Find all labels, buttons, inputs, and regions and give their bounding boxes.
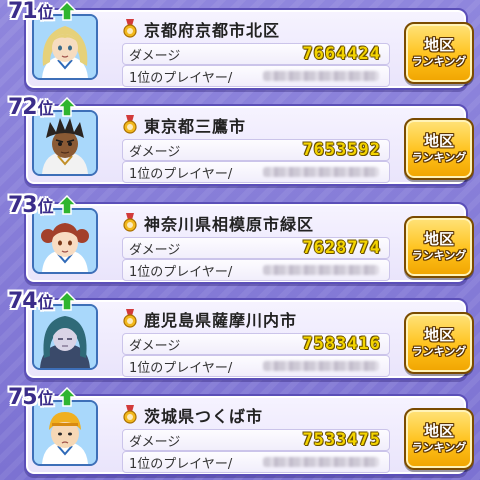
- top-player-label: 1位のプレイヤー/: [129, 166, 233, 182]
- damage-label: ダメージ: [129, 48, 181, 64]
- blurred-player-name: [263, 361, 379, 371]
- rank-badge: 75 位: [8, 384, 77, 410]
- region-row: 京都府京都市北区: [122, 18, 382, 40]
- rank-badge: 71 位: [8, 0, 77, 24]
- region-name: 茨城県つくば市: [144, 407, 264, 426]
- ranking-row: 鹿児島県薩摩川内市 ダメージ 7583416 1位のプレイヤー/ 地区 ランキン…: [6, 288, 474, 380]
- ranking-row: 京都府京都市北区 ダメージ 7664424 1位のプレイヤー/ 地区 ランキング: [6, 0, 474, 90]
- damage-value: 7653592: [302, 140, 381, 160]
- rank-suffix: 位: [37, 99, 54, 118]
- damage-value: 7583416: [302, 334, 381, 354]
- region-ranking-button-line1: 地区: [423, 230, 454, 249]
- damage-value: 7533475: [302, 430, 381, 450]
- blurred-player-name: [263, 71, 379, 81]
- medal-icon: [123, 19, 137, 38]
- blurred-player-name: [263, 265, 379, 275]
- region-ranking-button-line1: 地区: [423, 326, 454, 345]
- rank-suffix: 位: [37, 293, 54, 312]
- damage-label: ダメージ: [129, 434, 181, 450]
- damage-line: ダメージ 7583416: [122, 333, 390, 355]
- top-player-line: 1位のプレイヤー/: [122, 161, 390, 183]
- damage-value: 7628774: [302, 238, 381, 258]
- rank-badge: 72 位: [8, 94, 77, 120]
- rank-suffix: 位: [37, 197, 54, 216]
- top-player-label: 1位のプレイヤー/: [129, 264, 233, 280]
- damage-line: ダメージ 7533475: [122, 429, 390, 451]
- rank-up-arrow-icon: [56, 195, 77, 215]
- rank-up-arrow-icon: [56, 387, 77, 407]
- rank-up-arrow-icon: [56, 97, 77, 117]
- region-ranking-button-line2: ランキング: [411, 249, 467, 263]
- region-ranking-button-line1: 地区: [423, 132, 454, 151]
- rank-up-arrow-icon: [56, 1, 77, 21]
- ranking-row: 神奈川県相模原市緑区 ダメージ 7628774 1位のプレイヤー/ 地区 ランキ…: [6, 192, 474, 284]
- region-row: 東京都三鷹市: [122, 114, 382, 136]
- region-ranking-button-line2: ランキング: [411, 345, 467, 359]
- rank-number: 74: [8, 288, 38, 314]
- region-ranking-button-line2: ランキング: [411, 441, 467, 455]
- top-player-label: 1位のプレイヤー/: [129, 456, 233, 472]
- rank-badge: 73 位: [8, 192, 77, 218]
- rank-number: 71: [8, 0, 38, 24]
- avatar-image: [34, 210, 96, 272]
- region-name: 東京都三鷹市: [144, 117, 247, 136]
- ranking-list: 京都府京都市北区 ダメージ 7664424 1位のプレイヤー/ 地区 ランキング: [0, 0, 480, 480]
- region-row: 神奈川県相模原市緑区: [122, 212, 382, 234]
- top-player-line: 1位のプレイヤー/: [122, 355, 390, 377]
- region-ranking-button[interactable]: 地区 ランキング: [404, 312, 474, 374]
- damage-label: ダメージ: [129, 338, 181, 354]
- rank-number: 72: [8, 94, 38, 120]
- region-name: 京都府京都市北区: [144, 21, 281, 40]
- damage-label: ダメージ: [129, 144, 181, 160]
- region-row: 鹿児島県薩摩川内市: [122, 308, 382, 330]
- damage-value: 7664424: [302, 44, 381, 64]
- medal-icon: [123, 115, 137, 134]
- rank-up-arrow-icon: [56, 291, 77, 311]
- rank-suffix: 位: [37, 3, 54, 22]
- top-player-line: 1位のプレイヤー/: [122, 65, 390, 87]
- medal-icon: [123, 405, 137, 424]
- region-ranking-button[interactable]: 地区 ランキング: [404, 408, 474, 470]
- rank-badge: 74 位: [8, 288, 77, 314]
- region-ranking-button-line1: 地区: [423, 36, 454, 55]
- region-row: 茨城県つくば市: [122, 404, 382, 426]
- region-ranking-button[interactable]: 地区 ランキング: [404, 118, 474, 180]
- top-player-line: 1位のプレイヤー/: [122, 451, 390, 473]
- region-ranking-button-line2: ランキング: [411, 151, 467, 165]
- rank-suffix: 位: [37, 389, 54, 408]
- avatar-image: [34, 306, 96, 368]
- avatar-image: [34, 16, 96, 78]
- medal-icon: [123, 309, 137, 328]
- avatar-image: [34, 112, 96, 174]
- avatar-image: [34, 402, 96, 464]
- damage-line: ダメージ 7653592: [122, 139, 390, 161]
- region-name: 神奈川県相模原市緑区: [144, 215, 315, 234]
- medal-icon: [123, 213, 137, 232]
- rank-number: 73: [8, 192, 38, 218]
- blurred-player-name: [263, 167, 379, 177]
- top-player-label: 1位のプレイヤー/: [129, 70, 233, 86]
- region-name: 鹿児島県薩摩川内市: [144, 311, 298, 330]
- rank-number: 75: [8, 384, 38, 410]
- region-ranking-button[interactable]: 地区 ランキング: [404, 22, 474, 84]
- top-player-label: 1位のプレイヤー/: [129, 360, 233, 376]
- region-ranking-button[interactable]: 地区 ランキング: [404, 216, 474, 278]
- blurred-player-name: [263, 457, 379, 467]
- region-ranking-button-line1: 地区: [423, 422, 454, 441]
- ranking-row: 茨城県つくば市 ダメージ 7533475 1位のプレイヤー/ 地区 ランキング: [6, 384, 474, 476]
- damage-line: ダメージ 7664424: [122, 43, 390, 65]
- damage-label: ダメージ: [129, 242, 181, 258]
- top-player-line: 1位のプレイヤー/: [122, 259, 390, 281]
- ranking-row: 東京都三鷹市 ダメージ 7653592 1位のプレイヤー/ 地区 ランキング 7…: [6, 94, 474, 186]
- damage-line: ダメージ 7628774: [122, 237, 390, 259]
- region-ranking-button-line2: ランキング: [411, 55, 467, 69]
